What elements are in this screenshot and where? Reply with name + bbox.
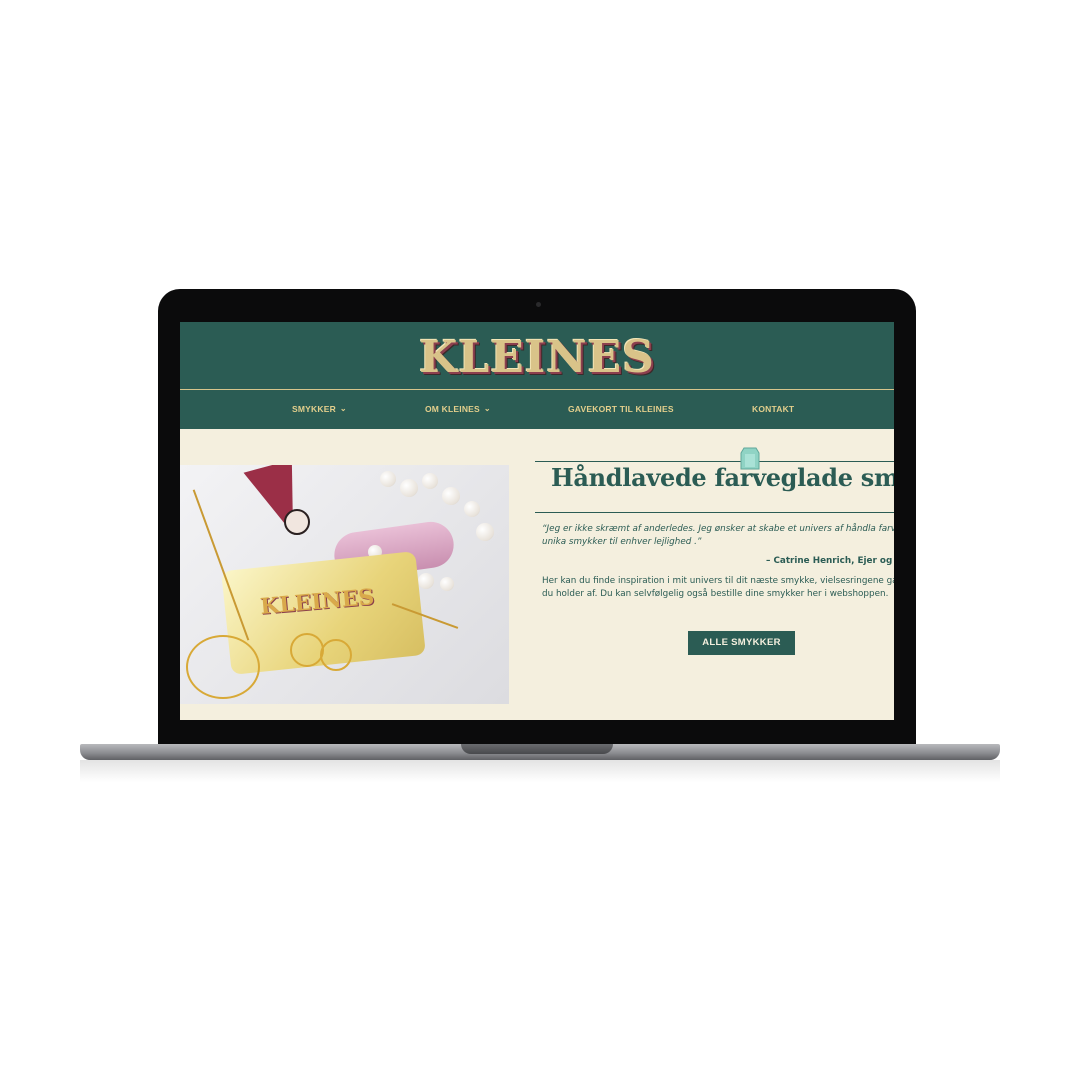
nav-item-gavekort[interactable]: GAVEKORT TIL KLEINES	[568, 404, 674, 414]
site-header: KLEINES SMYKKER ⌄ OM KLEINES ⌄ GAVEKORT TI…	[180, 322, 894, 429]
browser-screen: KLEINES SMYKKER ⌄ OM KLEINES ⌄ GAVEKORT TI…	[180, 322, 894, 720]
main-nav: SMYKKER ⌄ OM KLEINES ⌄ GAVEKORT TIL KLEINE…	[180, 390, 894, 429]
nav-label: GAVEKORT TIL KLEINES	[568, 404, 674, 414]
quote-attribution: – Catrine Henrich, Ejer og i	[766, 556, 894, 566]
nav-item-smykker[interactable]: SMYKKER ⌄	[292, 404, 347, 414]
nav-label: OM KLEINES	[425, 404, 480, 414]
laptop-shadow	[80, 760, 1000, 782]
nav-label: KONTAKT	[752, 404, 795, 414]
nav-label: SMYKKER	[292, 404, 336, 414]
pearl	[464, 501, 480, 517]
hero-image: KLEINES	[180, 465, 509, 704]
pearl	[418, 573, 434, 589]
owner-quote: “Jeg er ikke skræmt af anderledes. Jeg ø…	[542, 524, 894, 547]
pearl	[442, 487, 460, 505]
doll-figure	[284, 509, 310, 535]
pearl	[400, 479, 418, 497]
chevron-down-icon: ⌄	[483, 404, 491, 413]
site-logo[interactable]: KLEINES	[180, 332, 894, 384]
camera-icon	[536, 302, 541, 307]
nav-item-om-kleines[interactable]: OM KLEINES ⌄	[425, 404, 491, 414]
laptop-notch	[461, 744, 613, 754]
pearl	[380, 471, 396, 487]
nav-item-kontakt[interactable]: KONTAKT	[752, 404, 794, 414]
pearl	[440, 577, 454, 591]
pearl	[422, 473, 438, 489]
chevron-down-icon: ⌄	[339, 404, 347, 413]
pearl	[476, 523, 494, 541]
headline-rule-top	[535, 461, 894, 462]
ring	[320, 639, 352, 671]
all-jewelry-button[interactable]: ALLE SMYKKER	[688, 631, 795, 655]
ring	[290, 633, 324, 667]
headline-rule-bottom	[535, 512, 894, 513]
page-headline: Håndlavede farveglade smyk	[551, 463, 894, 492]
necklace-chain	[192, 489, 250, 641]
ring	[186, 635, 260, 699]
intro-paragraph: Her kan du finde inspiration i mit unive…	[542, 576, 894, 599]
